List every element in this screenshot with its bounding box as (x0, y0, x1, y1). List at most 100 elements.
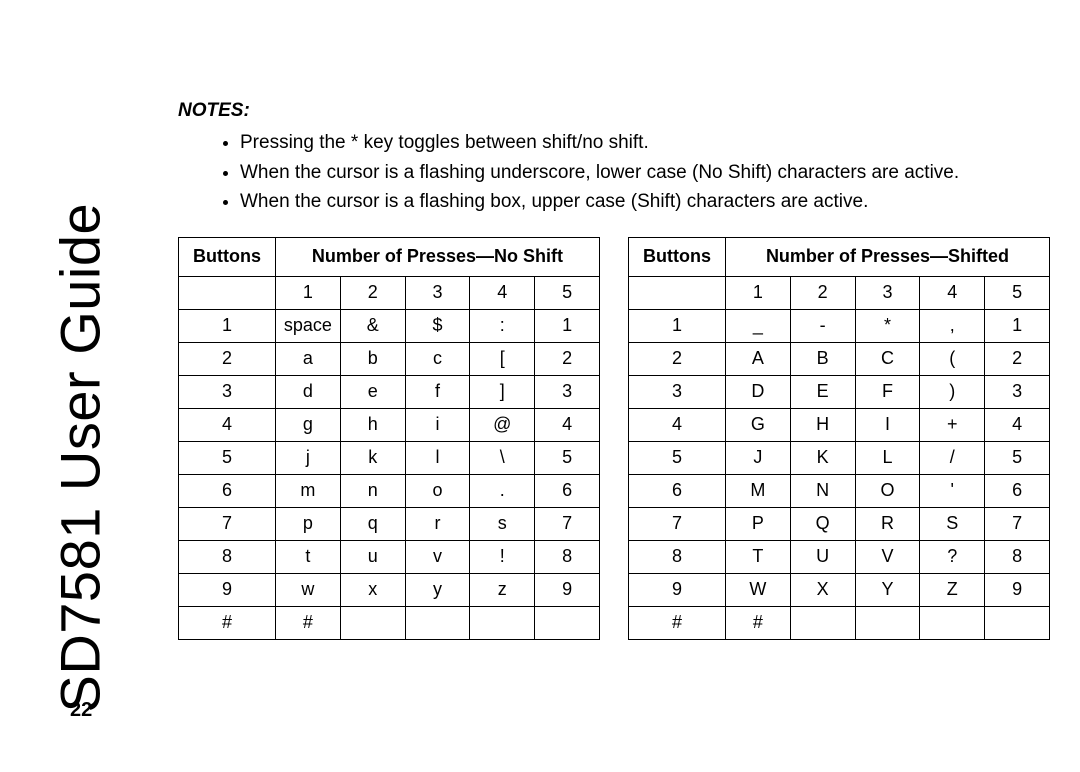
cell: v (405, 540, 470, 573)
cell: ] (470, 375, 535, 408)
cell: X (790, 573, 855, 606)
cell: H (790, 408, 855, 441)
cell: 1 (535, 309, 600, 342)
cell: i (405, 408, 470, 441)
cell: r (405, 507, 470, 540)
cell: u (340, 540, 405, 573)
cell: j (275, 441, 340, 474)
table-row: 2abc[2 (179, 342, 600, 375)
table-row: ## (629, 606, 1050, 639)
cell: 8 (629, 540, 726, 573)
table-subheader-row: 1 2 3 4 5 (629, 276, 1050, 309)
cell: 6 (535, 474, 600, 507)
tables-container: Buttons Number of Presses—No Shift 1 2 3… (178, 237, 1050, 640)
table-row: 1space&$:1 (179, 309, 600, 342)
cell: J (725, 441, 790, 474)
cell: 1 (179, 309, 276, 342)
cell: n (340, 474, 405, 507)
cell: [ (470, 342, 535, 375)
cell: 4 (470, 276, 535, 309)
cell (340, 606, 405, 639)
cell: O (855, 474, 920, 507)
cell: 7 (179, 507, 276, 540)
table-row: 1_-*,1 (629, 309, 1050, 342)
cell: / (920, 441, 985, 474)
cell: + (920, 408, 985, 441)
cell: 5 (535, 441, 600, 474)
cell: ? (920, 540, 985, 573)
cell: V (855, 540, 920, 573)
cell: p (275, 507, 340, 540)
cell: 1 (985, 309, 1050, 342)
cell: Y (855, 573, 920, 606)
cell: b (340, 342, 405, 375)
cell: h (340, 408, 405, 441)
cell: 2 (790, 276, 855, 309)
header-presses: Number of Presses—No Shift (275, 237, 599, 276)
cell: 8 (179, 540, 276, 573)
cell: - (790, 309, 855, 342)
cell: 7 (535, 507, 600, 540)
cell: E (790, 375, 855, 408)
cell: 6 (985, 474, 1050, 507)
content-area: NOTES: Pressing the * key toggles betwee… (150, 100, 1050, 640)
cell: z (470, 573, 535, 606)
cell: t (275, 540, 340, 573)
table-body-left: 1space&$:12abc[23def]34ghi@45jkl\56mno.6… (179, 309, 600, 639)
cell: # (275, 606, 340, 639)
cell: ) (920, 375, 985, 408)
cell: Q (790, 507, 855, 540)
cell: 2 (629, 342, 726, 375)
cell: F (855, 375, 920, 408)
cell: D (725, 375, 790, 408)
table-row: 8TUV?8 (629, 540, 1050, 573)
cell: 5 (535, 276, 600, 309)
cell: c (405, 342, 470, 375)
table-header-row: Buttons Number of Presses—Shifted (629, 237, 1050, 276)
cell: ( (920, 342, 985, 375)
page: SD7581 User Guide NOTES: Pressing the * … (0, 0, 1080, 772)
cell: 2 (985, 342, 1050, 375)
cell: # (629, 606, 726, 639)
cell: $ (405, 309, 470, 342)
table-row: 7pqrs7 (179, 507, 600, 540)
cell: 3 (629, 375, 726, 408)
cell: 9 (985, 573, 1050, 606)
cell (535, 606, 600, 639)
cell (405, 606, 470, 639)
cell: C (855, 342, 920, 375)
table-row: 6MNO'6 (629, 474, 1050, 507)
table-row: 4ghi@4 (179, 408, 600, 441)
cell: 2 (535, 342, 600, 375)
cell: : (470, 309, 535, 342)
table-row: 8tuv!8 (179, 540, 600, 573)
cell: 3 (535, 375, 600, 408)
table-row: 6mno.6 (179, 474, 600, 507)
cell: # (179, 606, 276, 639)
cell: d (275, 375, 340, 408)
cell: 2 (340, 276, 405, 309)
table-row: 5JKL/5 (629, 441, 1050, 474)
cell: 4 (920, 276, 985, 309)
cell (470, 606, 535, 639)
table-row: 5jkl\5 (179, 441, 600, 474)
cell: K (790, 441, 855, 474)
cell: x (340, 573, 405, 606)
cell: 6 (629, 474, 726, 507)
cell: 2 (179, 342, 276, 375)
cell (179, 276, 276, 309)
cell: 3 (855, 276, 920, 309)
cell: B (790, 342, 855, 375)
note-item: When the cursor is a flashing box, upper… (240, 189, 1040, 215)
cell: ! (470, 540, 535, 573)
table-row: ## (179, 606, 600, 639)
cell: . (470, 474, 535, 507)
cell: a (275, 342, 340, 375)
cell: 5 (179, 441, 276, 474)
cell: A (725, 342, 790, 375)
cell: 7 (629, 507, 726, 540)
cell: * (855, 309, 920, 342)
table-row: 4GHI+4 (629, 408, 1050, 441)
cell: P (725, 507, 790, 540)
cell: U (790, 540, 855, 573)
